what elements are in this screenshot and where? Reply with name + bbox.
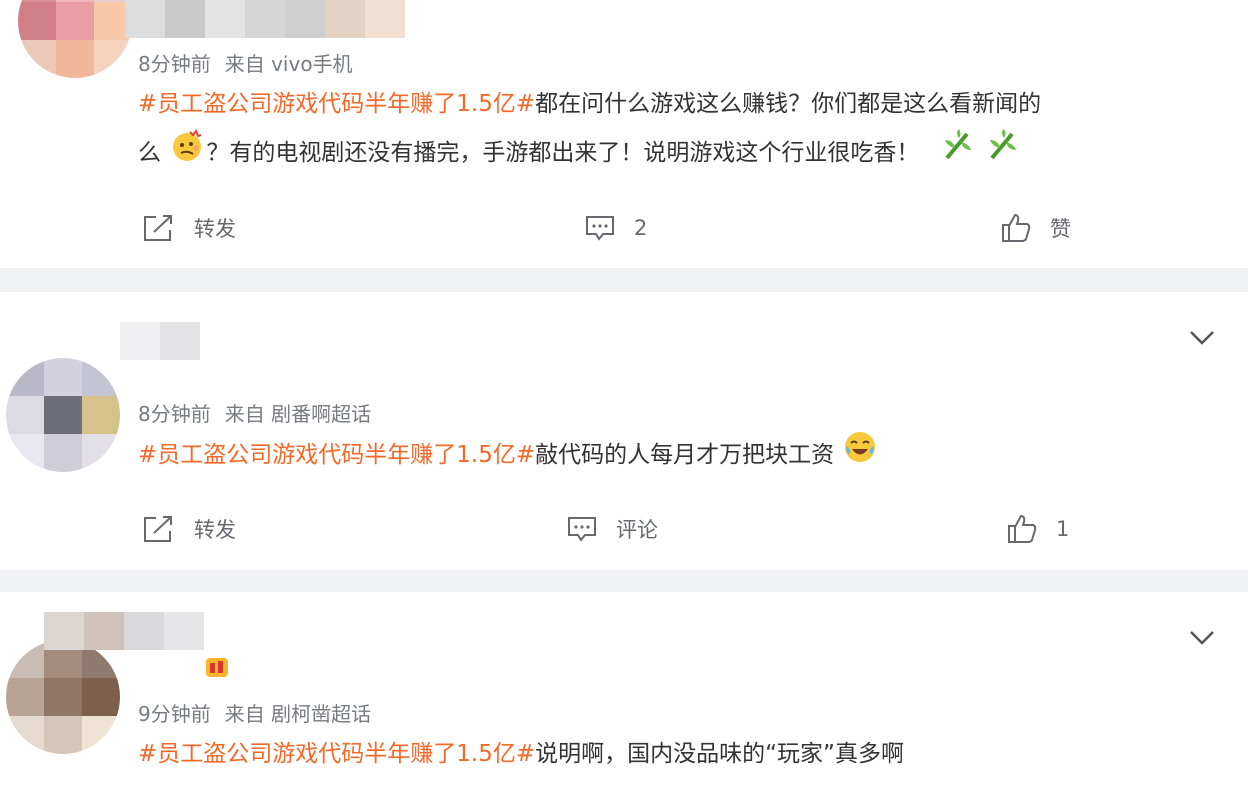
comment-card: 8分钟前 来自 剧番啊超话 #员工盗公司游戏代码半年赚了1.5亿#敲代码的人每月才…	[0, 292, 1248, 570]
like-button[interactable]: 1	[1006, 509, 1069, 549]
comment-button[interactable]: 2	[584, 208, 647, 248]
avatar[interactable]	[6, 640, 120, 754]
repost-icon	[144, 516, 172, 542]
username-blurred[interactable]	[125, 0, 405, 38]
comment-meta: 9分钟前 来自 剧柯凿超话	[138, 698, 385, 727]
avatar[interactable]	[18, 0, 132, 78]
comment-time: 8分钟前	[138, 52, 211, 76]
comment-card: 8分钟前 来自 vivo手机 #员工盗公司游戏代码半年赚了1.5亿#都在问什么游戏…	[0, 0, 1248, 268]
comment-icon	[586, 216, 614, 241]
comment-button[interactable]: 评论	[566, 509, 658, 549]
comment-time: 9分钟前	[138, 702, 211, 726]
topic-link[interactable]: #员工盗公司游戏代码半年赚了1.5亿#	[138, 442, 535, 468]
comment-text: #员工盗公司游戏代码半年赚了1.5亿#敲代码的人每月才万把块工资	[138, 430, 1228, 481]
comment-meta: 8分钟前 来自 vivo手机	[138, 48, 367, 77]
username-blurred[interactable]	[44, 612, 204, 650]
comment-card: 9分钟前 来自 剧柯凿超话 #员工盗公司游戏代码半年赚了1.5亿#说明啊，国内没品…	[0, 592, 1248, 802]
comment-count: 2	[634, 216, 648, 240]
topic-link[interactable]: #员工盗公司游戏代码半年赚了1.5亿#	[138, 91, 535, 117]
like-icon	[1002, 213, 1031, 242]
comment-text-part: ？有的电视剧还没有播完，手游都出来了！说明游戏这个行业很吃香！	[206, 140, 920, 166]
like-count: 1	[1056, 517, 1070, 541]
comment-meta: 8分钟前 来自 剧番啊超话	[138, 398, 385, 427]
like-label: 赞	[1050, 217, 1071, 241]
confused-face-emoji	[170, 128, 204, 179]
action-bar: 转发 评论 1	[0, 509, 1248, 549]
chevron-down-icon[interactable]	[1188, 628, 1216, 648]
bamboo-emoji	[941, 128, 975, 179]
like-icon	[1008, 514, 1037, 543]
comment-time: 8分钟前	[138, 402, 211, 426]
repost-button[interactable]: 转发	[142, 208, 236, 248]
bamboo-emoji	[986, 128, 1020, 179]
action-bar: 转发 2 赞	[0, 208, 1248, 248]
comment-text: #员工盗公司游戏代码半年赚了1.5亿#都在问什么游戏这么赚钱？你们都是这么看新闻…	[138, 80, 1228, 179]
chevron-down-icon[interactable]	[1188, 328, 1216, 348]
username-blurred[interactable]	[120, 322, 200, 360]
fan-badge-icon	[206, 658, 228, 677]
comment-source[interactable]: 来自 剧番啊超话	[225, 402, 371, 426]
comment-text-part: 说明啊，国内没品味的“玩家”真多啊	[535, 741, 904, 767]
comment-icon	[568, 517, 596, 542]
comment-source[interactable]: 来自 vivo手机	[225, 52, 353, 76]
avatar[interactable]	[6, 358, 120, 472]
comment-label: 评论	[616, 518, 658, 542]
comment-text: #员工盗公司游戏代码半年赚了1.5亿#说明啊，国内没品味的“玩家”真多啊	[138, 730, 1228, 778]
comment-text-part: 么	[138, 140, 161, 166]
repost-label: 转发	[194, 518, 236, 542]
topic-link[interactable]: #员工盗公司游戏代码半年赚了1.5亿#	[138, 741, 535, 767]
like-button[interactable]: 赞	[1000, 208, 1071, 248]
comment-text-part: 都在问什么游戏这么赚钱？你们都是这么看新闻的	[535, 91, 1042, 117]
repost-label: 转发	[194, 217, 236, 241]
comment-text-part: 敲代码的人每月才万把块工资	[535, 442, 835, 468]
repost-icon	[144, 215, 172, 241]
repost-button[interactable]: 转发	[142, 509, 236, 549]
laugh-cry-emoji	[843, 430, 877, 481]
comment-source[interactable]: 来自 剧柯凿超话	[225, 702, 371, 726]
